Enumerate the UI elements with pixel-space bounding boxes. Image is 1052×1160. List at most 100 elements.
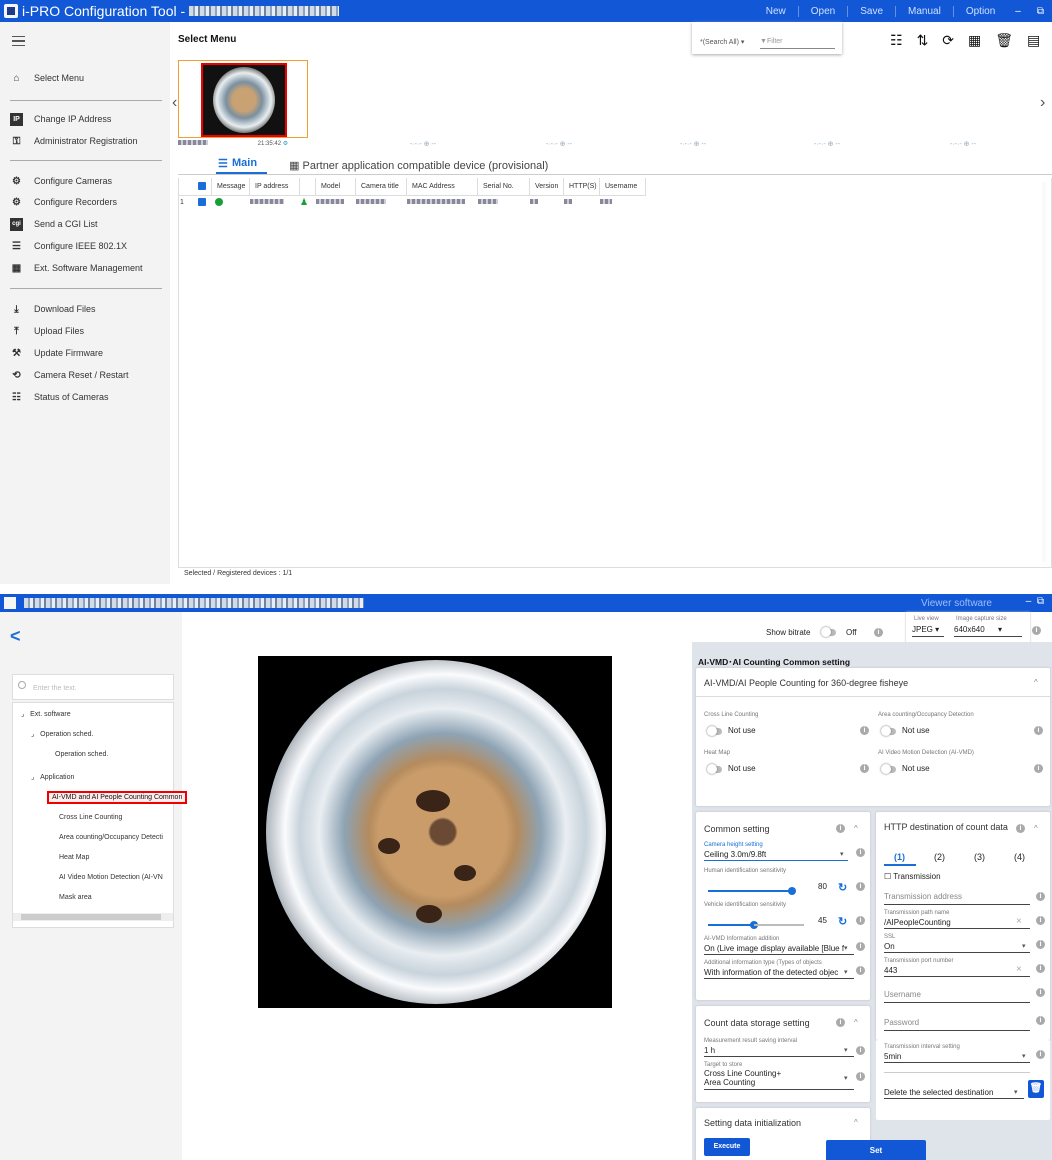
info-icon[interactable]: i	[856, 848, 865, 857]
info-icon[interactable]: i	[874, 628, 883, 637]
chevron-down-icon[interactable]: ▾	[844, 944, 848, 952]
chevron-right-icon[interactable]: ›	[1040, 94, 1045, 112]
info-icon[interactable]: i	[1036, 1016, 1045, 1025]
info-icon[interactable]: i	[856, 966, 865, 975]
camera-height-dropdown[interactable]: Ceiling 3.0m/9.8ft	[704, 850, 766, 859]
reset-icon[interactable]: ↻	[838, 881, 847, 894]
info-icon[interactable]: i	[856, 882, 865, 891]
info-icon[interactable]: i	[1032, 626, 1041, 635]
info-icon[interactable]: i	[1036, 964, 1045, 973]
tab-destination-3[interactable]: (3)	[974, 852, 985, 862]
info-icon[interactable]: i	[1036, 892, 1045, 901]
sidebar-item-ieee[interactable]: ☰ Configure IEEE 802.1X	[10, 238, 127, 254]
sidebar-item-select-menu[interactable]: ⌂ Select Menu	[10, 70, 84, 86]
empty-slot[interactable]: -·-·- ⊕ --	[950, 140, 976, 148]
port-input[interactable]: 443	[884, 966, 897, 975]
empty-slot[interactable]: -·-·- ⊕ --	[680, 140, 706, 148]
info-icon[interactable]: i	[1036, 916, 1045, 925]
tab-destination-1[interactable]: (1)	[894, 852, 905, 862]
window-controls[interactable]: – ⧉	[1026, 596, 1044, 607]
info-icon[interactable]: i	[856, 916, 865, 925]
empty-slot[interactable]: -·-·- ⊕ --	[546, 140, 572, 148]
collapse-icon[interactable]: ^	[854, 824, 858, 833]
info-icon[interactable]: i	[1016, 824, 1025, 833]
tab-destination-2[interactable]: (2)	[934, 852, 945, 862]
sidebar-item-status-cameras[interactable]: ☷ Status of Cameras	[10, 389, 109, 405]
interval-dropdown[interactable]: 5min	[884, 1052, 901, 1061]
collapse-icon[interactable]: ^	[1034, 678, 1038, 687]
delete-destination-dropdown[interactable]: Delete the selected destination	[884, 1088, 993, 1097]
sidebar-item-admin-registration[interactable]: ⚿ Administrator Registration	[10, 133, 138, 149]
menu-open[interactable]: Open	[797, 5, 847, 17]
tab-destination-4[interactable]: (4)	[1014, 852, 1025, 862]
info-icon[interactable]: i	[836, 824, 845, 833]
sidebar-item-update-firmware[interactable]: ⚒ Update Firmware	[10, 345, 103, 361]
info-icon[interactable]: i	[860, 764, 869, 773]
human-sensitivity-slider[interactable]	[708, 887, 796, 895]
tree-node-selected[interactable]: AI-VMD and AI People Counting Common	[47, 791, 188, 804]
empty-slot[interactable]: -·-·- ⊕ --	[814, 140, 840, 148]
clear-icon[interactable]: ×	[1016, 964, 1022, 975]
sidebar-item-download-files[interactable]: ⤓ Download Files	[10, 301, 95, 317]
tree-filter-input[interactable]: Enter the text.	[12, 674, 174, 700]
info-addition-dropdown[interactable]: On (Live image display available [Blue f	[704, 944, 844, 953]
menu-save[interactable]: Save	[847, 5, 895, 17]
password-input[interactable]: Password	[884, 1018, 919, 1027]
chevron-down-icon[interactable]: ▾	[844, 968, 848, 976]
tree-node[interactable]: Operation sched.	[55, 751, 108, 758]
tree-node[interactable]: ⌟ Operation sched.	[31, 730, 93, 738]
chevron-down-icon[interactable]: ▾	[844, 1046, 848, 1054]
trash-icon[interactable]: 🗑	[1028, 1080, 1044, 1098]
tree-node[interactable]: Mask area	[59, 894, 92, 901]
export-icon[interactable]: ▦	[968, 32, 981, 49]
message-icon[interactable]: ▤	[1027, 32, 1040, 49]
target-store-value-2[interactable]: Area Counting	[704, 1078, 755, 1087]
delete-icon[interactable]: 🗑	[995, 32, 1013, 49]
info-icon[interactable]: i	[860, 726, 869, 735]
vehicle-sensitivity-slider[interactable]	[708, 921, 804, 929]
info-icon[interactable]: i	[856, 1072, 865, 1081]
chevron-down-icon[interactable]: ▾	[840, 850, 844, 858]
area-counting-toggle[interactable]	[881, 726, 896, 736]
info-icon[interactable]: i	[1036, 1050, 1045, 1059]
chevron-left-icon[interactable]: ‹	[172, 94, 177, 112]
tree-node[interactable]: Area counting/Occupancy Detecti	[59, 834, 163, 841]
menu-new[interactable]: New	[754, 6, 798, 17]
info-icon[interactable]: i	[1034, 726, 1043, 735]
reset-icon[interactable]: ↻	[838, 915, 847, 928]
ai-vmd-toggle[interactable]	[881, 764, 896, 774]
address-input[interactable]: Transmission address	[884, 892, 962, 901]
path-input[interactable]: /AIPeopleCounting	[884, 918, 951, 927]
list-view-icon[interactable]: ☷	[890, 32, 903, 49]
collapse-icon[interactable]: ^	[1034, 824, 1038, 833]
sidebar-item-change-ip[interactable]: IP Change IP Address	[10, 111, 111, 127]
tree-node[interactable]: AI Video Motion Detection (AI-VN	[59, 874, 163, 881]
horizontal-scrollbar[interactable]	[13, 913, 173, 921]
scrollbar[interactable]	[1042, 182, 1046, 562]
additional-type-dropdown[interactable]: With information of the detected objec	[704, 968, 844, 977]
collapse-icon[interactable]: ^	[854, 1118, 858, 1127]
tree-node[interactable]: Heat Map	[59, 854, 89, 861]
tab-partner[interactable]: ▦ Partner application compatible device …	[289, 159, 548, 172]
chevron-down-icon[interactable]: ▾	[844, 1074, 848, 1082]
transmission-checkbox[interactable]: ☐ Transmission	[884, 872, 941, 881]
refresh-icon[interactable]: ⟳	[942, 32, 954, 49]
execute-button[interactable]: Execute	[704, 1138, 750, 1156]
collapse-icon[interactable]: ^	[854, 1018, 858, 1027]
info-icon[interactable]: i	[836, 1018, 845, 1027]
tab-main[interactable]: ☰ Main	[216, 157, 268, 174]
username-input[interactable]: Username	[884, 990, 921, 999]
clear-icon[interactable]: ×	[1016, 916, 1022, 927]
capture-size-dropdown[interactable]: 640x640 ▾	[954, 625, 1002, 634]
sidebar-item-ext-software[interactable]: ▦ Ext. Software Management	[10, 260, 143, 276]
tree-node[interactable]: ⌟ Ext. software	[21, 710, 71, 718]
info-icon[interactable]: i	[856, 942, 865, 951]
menu-option[interactable]: Option	[952, 5, 1007, 17]
heat-map-toggle[interactable]	[707, 764, 722, 774]
camera-thumbnail-selected[interactable]	[178, 60, 308, 138]
chevron-down-icon[interactable]: ▾	[1014, 1088, 1018, 1096]
chevron-down-icon[interactable]: ▾	[1022, 942, 1026, 950]
restore-button[interactable]: ⧉	[1029, 6, 1052, 17]
sidebar-item-camera-reset[interactable]: ⟲ Camera Reset / Restart	[10, 367, 128, 383]
cross-line-toggle[interactable]	[707, 726, 722, 736]
